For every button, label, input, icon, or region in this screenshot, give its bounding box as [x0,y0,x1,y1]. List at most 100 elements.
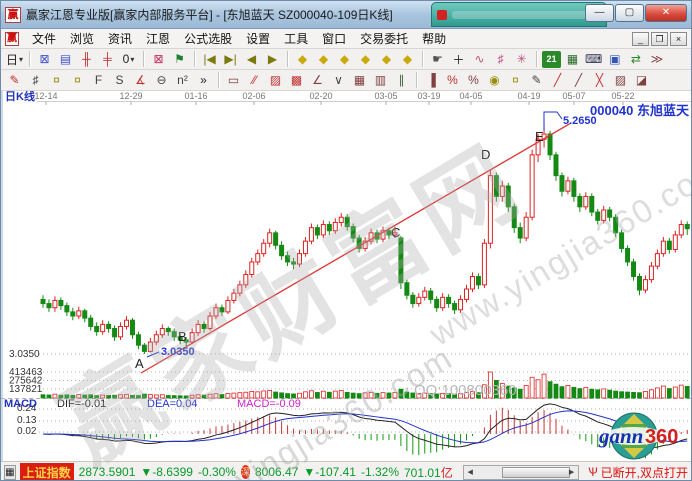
menu-item-1[interactable]: 文件 [25,28,63,49]
indicator-bars-icon-1[interactable]: ╫ [77,51,96,68]
mdi-minimize-button[interactable]: _ [632,32,649,46]
network-icon[interactable]: ≫ [647,51,666,68]
minimize-button[interactable]: — [585,4,614,22]
fibonacci-ruler-icon[interactable]: F [89,72,108,89]
scroll-right-arrow[interactable]: ▶ [565,466,578,479]
zoom-region-icon[interactable]: ⊠ [35,51,54,68]
status-bar: ▦ 上证指数 2873.5901▼-8.6399-0.30% 深 8006.47… [1,461,691,481]
golden-section-icon-1[interactable]: ¤ [47,72,66,89]
connection-icon[interactable]: Ѱ [588,465,598,479]
sh-index-value-2: ▼-8.6399 [140,465,193,479]
angle-slash-icon-2[interactable]: ╱ [569,72,588,89]
menu-item-8[interactable]: 窗口 [315,28,353,49]
volume-profile-icon[interactable]: ▐ [422,72,441,89]
close-button[interactable]: ✕ [645,4,687,22]
diamond-shrink-icon[interactable]: ◆ [356,51,375,68]
menu-item-3[interactable]: 资讯 [101,28,139,49]
kline-chart-canvas[interactable]: 12-1412-2901-1602-0602-2003-0503-1904-05… [1,91,692,461]
svg-text:05-07: 05-07 [562,91,585,101]
scrollbar-thumb[interactable] [502,467,570,478]
diamond-left-icon[interactable]: ◆ [293,51,312,68]
zero-dropdown[interactable]: 0▾ [119,51,138,68]
indicator-bars-icon-2[interactable]: ╪ [98,51,117,68]
titlebar[interactable]: 赢 赢家江恩专业版[赢家内部服务平台] - [东旭蓝天 SZ000040-109… [1,1,691,29]
calendar-icon[interactable]: 21 [542,51,561,68]
period-day-selector[interactable]: 日▾ [5,51,24,68]
flag-play-icon[interactable]: ⚑ [170,51,189,68]
n-square-icon[interactable]: n² [173,72,192,89]
golden-circle-icon[interactable]: ◉ [485,72,504,89]
diamond-down-icon[interactable]: ◆ [398,51,417,68]
golden-section-icon-2[interactable]: ¤ [68,72,87,89]
menu-item-5[interactable]: 公式选股 [177,28,239,49]
connection-status-text[interactable]: 已断开,双点打开 [601,464,688,481]
sh-index-value-1: 2873.5901 [79,465,136,479]
background-window[interactable] [431,2,607,27]
diamond-expand-icon[interactable]: ◆ [335,51,354,68]
shanghai-index-badge[interactable]: 上证指数 [20,463,74,481]
arc-tool-icon[interactable]: S [110,72,129,89]
hand-tool-icon[interactable]: ☛ [428,51,447,68]
mdi-close-button[interactable]: × [670,32,687,46]
channel-icon[interactable]: ∥ [392,72,411,89]
horizontal-scrollbar[interactable]: ◀ ▶ [463,465,579,480]
golden-line-icon[interactable]: ¤ [506,72,525,89]
sz-index-value-1: 8006.47 [255,465,298,479]
shape-fill-icon[interactable]: ▨ [266,72,285,89]
angle-grid-icon-2[interactable]: ◪ [632,72,651,89]
menu-item-10[interactable]: 帮助 [415,28,453,49]
crosshair-tool-icon[interactable]: ＋ [449,51,468,68]
menu-item-9[interactable]: 交易委托 [353,28,415,49]
angle-slash-icon-3[interactable]: ╳ [590,72,609,89]
svg-text:04-05: 04-05 [459,91,482,101]
menu-item-4[interactable]: 江恩 [139,28,177,49]
percent-line-icon[interactable]: % [443,72,462,89]
info-panel-icon[interactable]: ▤ [56,51,75,68]
percent-retrace-icon[interactable]: % [464,72,483,89]
svg-text:3.0350: 3.0350 [161,346,195,358]
trendline-tool-icon[interactable]: ∿ [470,51,489,68]
angle-lines-icon[interactable]: ∠ [308,72,327,89]
grid-dense-icon[interactable]: ▦ [350,72,369,89]
save-icon[interactable]: ▣ [605,51,624,68]
zigzag-icon[interactable]: ∨ [329,72,348,89]
calculator-icon[interactable]: ▦ [563,51,582,68]
maximize-button[interactable]: ▢ [615,4,644,22]
shenzhen-badge[interactable]: 深 [241,465,250,479]
angle-grid-icon[interactable]: ▨ [611,72,630,89]
angle-pen-icon[interactable]: ∡ [131,72,150,89]
background-window-icon [437,10,447,20]
price-pen-icon[interactable]: ✎ [527,72,546,89]
more-tools-chevron[interactable]: » [194,72,213,89]
svg-text:12-29: 12-29 [119,91,142,101]
menu-item-2[interactable]: 浏览 [63,28,101,49]
keyboard-icon[interactable]: ⌨ [584,51,603,68]
last-page-icon[interactable]: ▶| [221,51,240,68]
gann-comb-icon[interactable]: ♯ [26,72,45,89]
grid-dense-icon-2[interactable]: ▥ [371,72,390,89]
gann-fan-tool-icon[interactable]: ♯ [491,51,510,68]
cycle-tool-icon[interactable]: ✳ [512,51,531,68]
export-icon[interactable]: ⇄ [626,51,645,68]
shape-fill-icon-2[interactable]: ▩ [287,72,306,89]
menu-item-6[interactable]: 设置 [239,28,277,49]
diamond-up-icon[interactable]: ◆ [377,51,396,68]
grid-view-icon[interactable]: ▦ [4,465,16,480]
prev-bar-icon[interactable]: ◀ [242,51,261,68]
angle-slash-icon-1[interactable]: ╱ [548,72,567,89]
kline-chart[interactable]: 12-1412-2901-1602-0602-2003-0503-1904-05… [1,91,692,461]
box-tool-icon[interactable]: ▭ [224,72,243,89]
mdi-restore-button[interactable]: ❐ [651,32,668,46]
first-page-icon[interactable]: |◀ [200,51,219,68]
diamond-right-icon[interactable]: ◆ [314,51,333,68]
window-controls: —▢✕ [584,4,687,22]
cycle-circle-icon[interactable]: ⊖ [152,72,171,89]
menu-item-7[interactable]: 工具 [277,28,315,49]
svg-text:3.0350: 3.0350 [9,349,40,360]
scroll-left-arrow[interactable]: ◀ [464,466,477,479]
svg-text:12-14: 12-14 [34,91,57,101]
ray-fan-icon[interactable]: ⁄⁄ [245,72,264,89]
brush-tool-icon[interactable]: ✎ [5,72,24,89]
pattern-view-icon[interactable]: ⊠ [149,51,168,68]
next-bar-icon[interactable]: ▶ [263,51,282,68]
